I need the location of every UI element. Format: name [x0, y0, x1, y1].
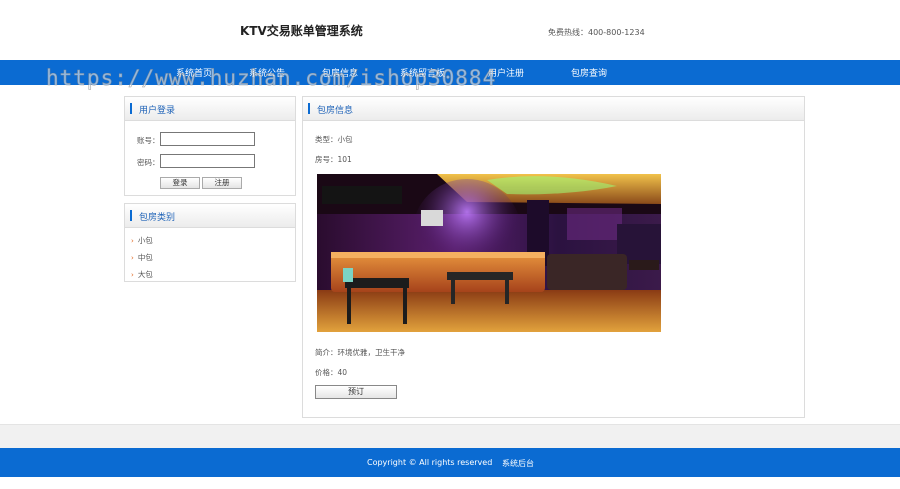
footer-band	[0, 424, 900, 448]
ktv-room-photo-graphic	[317, 174, 661, 332]
copyright-text: Copyright © All rights reserved	[367, 458, 493, 467]
room-type: 类型：小包	[315, 135, 353, 144]
category-item-medium[interactable]: › 中包	[131, 252, 153, 263]
room-intro: 简介：环境优雅，卫生干净	[315, 348, 405, 357]
category-item-large[interactable]: › 大包	[131, 269, 153, 280]
room-category-panel: 包房类别 › 小包 › 中包 › 大包	[124, 203, 296, 282]
main-nav: 系统首页 系统公告 包房信息 系统留言板 用户注册 包房查询	[0, 60, 900, 85]
login-panel-title: 用户登录	[139, 106, 176, 116]
room-info-panel: 包房信息 类型：小包 房号：101 简介：环境优雅，卫生干净 价格：40 预订	[302, 96, 805, 418]
title-bar-accent	[308, 103, 310, 114]
category-panel-title: 包房类别	[139, 213, 176, 223]
header: KTV交易账单管理系统 免费热线：400-800-1234	[0, 0, 900, 60]
nav-message-board[interactable]: 系统留言板	[400, 66, 445, 79]
room-panel-title: 包房信息	[317, 106, 354, 116]
password-label: 密码：	[137, 158, 160, 167]
category-label: 中包	[137, 253, 153, 262]
register-button[interactable]: 注册	[202, 177, 242, 189]
nav-user-register[interactable]: 用户注册	[488, 66, 524, 79]
password-input[interactable]	[160, 154, 255, 168]
ktv-room-photo	[317, 174, 661, 332]
category-label: 小包	[137, 236, 153, 245]
room-price: 价格：40	[315, 368, 348, 377]
hotline-text: 免费热线：400-800-1234	[548, 28, 645, 37]
login-panel-header: 用户登录	[125, 97, 295, 121]
footer: Copyright © All rights reserved 系统后台	[0, 448, 900, 477]
account-label: 账号：	[137, 136, 160, 145]
account-input[interactable]	[160, 132, 255, 146]
site-title: KTV交易账单管理系统	[240, 24, 363, 38]
login-button[interactable]: 登录	[160, 177, 200, 189]
title-bar-accent	[130, 103, 132, 114]
nav-room-info[interactable]: 包房信息	[322, 66, 358, 79]
nav-home[interactable]: 系统首页	[176, 66, 212, 79]
nav-room-search[interactable]: 包房查询	[571, 66, 607, 79]
nav-announcements[interactable]: 系统公告	[249, 66, 285, 79]
category-label: 大包	[137, 270, 153, 279]
category-panel-header: 包房类别	[125, 204, 295, 228]
chevron-right-icon: ›	[131, 271, 134, 279]
login-panel: 用户登录 账号： 密码： 登录 注册	[124, 96, 296, 196]
chevron-right-icon: ›	[131, 254, 134, 262]
book-button[interactable]: 预订	[315, 385, 397, 399]
room-number: 房号：101	[315, 155, 352, 164]
chevron-right-icon: ›	[131, 237, 134, 245]
title-bar-accent	[130, 210, 132, 221]
room-panel-header: 包房信息	[303, 97, 804, 121]
category-item-small[interactable]: › 小包	[131, 235, 153, 246]
admin-link[interactable]: 系统后台	[502, 458, 534, 469]
